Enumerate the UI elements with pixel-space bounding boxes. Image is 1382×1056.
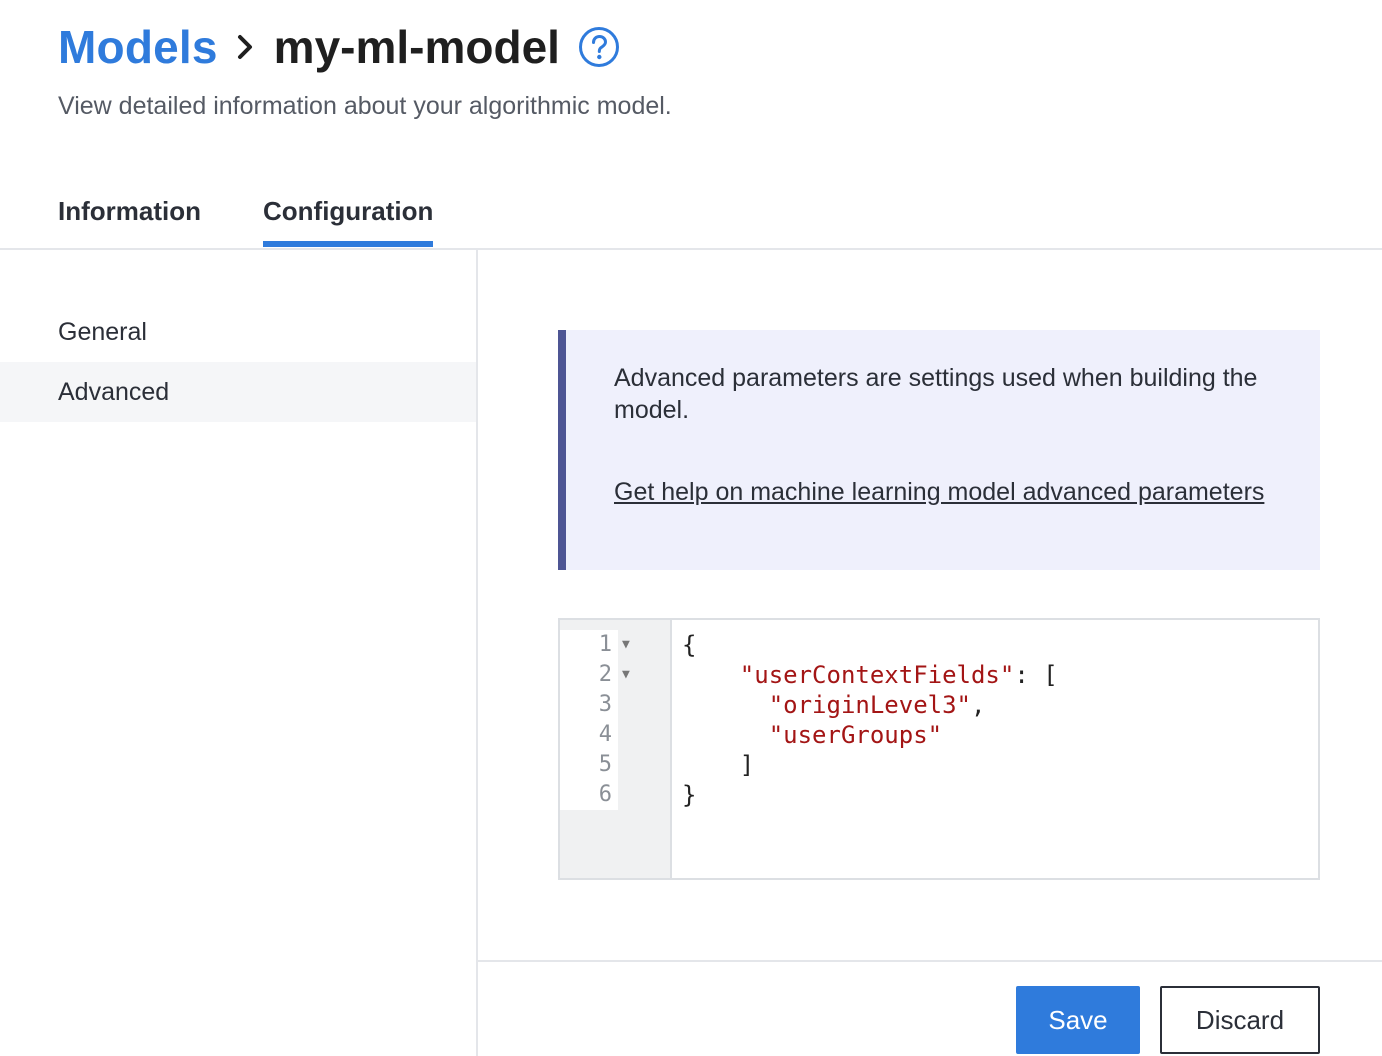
breadcrumb: Models my-ml-model <box>58 18 620 76</box>
help-circle-icon[interactable] <box>578 26 620 68</box>
line-number: 1 ▼ <box>560 630 630 660</box>
fold-arrow-icon[interactable]: ▼ <box>622 660 630 690</box>
sidebar-divider <box>476 250 478 1056</box>
chevron-right-icon <box>237 35 252 59</box>
code-line: } <box>682 781 697 809</box>
tab-configuration[interactable]: Configuration <box>263 196 434 247</box>
callout-text: Advanced parameters are settings used wh… <box>614 364 1258 424</box>
line-number: 3 <box>598 692 612 717</box>
code-line: "userGroups" <box>682 720 1318 750</box>
code-line: "userContextFields": [ <box>739 661 1058 689</box>
model-detail-page: Models my-ml-model View detailed informa… <box>0 0 1382 1056</box>
line-number: 6 <box>598 782 612 807</box>
editor-gutter: 1 ▼ 2 ▼ 3 4 5 6 <box>560 620 672 878</box>
tab-bar: Information Configuration <box>58 196 495 247</box>
code-line: "originLevel3", <box>768 691 986 719</box>
code-line: { <box>682 631 697 659</box>
json-string: "originLevel3" <box>768 691 971 719</box>
page-title: my-ml-model <box>273 21 560 73</box>
line-number: 4 <box>598 722 612 747</box>
code-content[interactable]: { "userContextFields": [ "originLevel3",… <box>672 620 1318 878</box>
breadcrumb-models-link[interactable]: Models <box>58 20 218 74</box>
save-button[interactable]: Save <box>1016 986 1140 1054</box>
line-number: 5 <box>598 752 612 777</box>
page-subtitle: View detailed information about your alg… <box>58 92 672 120</box>
line-numbers: 1 ▼ 2 ▼ 3 4 5 6 <box>560 630 630 810</box>
page-header: Models my-ml-model <box>58 18 620 76</box>
line-number: 2 ▼ <box>560 660 630 690</box>
json-string: "userGroups" <box>768 721 943 749</box>
discard-button[interactable]: Discard <box>1160 986 1320 1054</box>
fold-arrow-icon[interactable]: ▼ <box>622 630 630 660</box>
sidebar-item-general[interactable]: General <box>0 302 476 362</box>
help-link[interactable]: Get help on machine learning model advan… <box>614 476 1292 508</box>
info-callout: Advanced parameters are settings used wh… <box>558 330 1320 570</box>
sidebar-item-advanced[interactable]: Advanced <box>0 362 476 422</box>
footer-divider <box>476 960 1382 962</box>
json-editor[interactable]: 1 ▼ 2 ▼ 3 4 5 6 { "userContextFields": [ "… <box>558 618 1320 880</box>
tab-information[interactable]: Information <box>58 196 201 247</box>
code-line: ] <box>739 751 755 779</box>
config-sidebar: General Advanced <box>0 250 476 1056</box>
json-key: "userContextFields" <box>739 661 1015 689</box>
